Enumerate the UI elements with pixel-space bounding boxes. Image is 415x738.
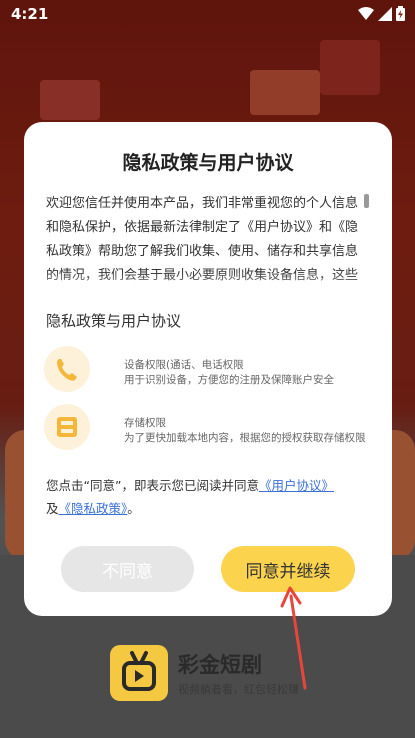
annotation-arrow-icon <box>280 586 307 690</box>
